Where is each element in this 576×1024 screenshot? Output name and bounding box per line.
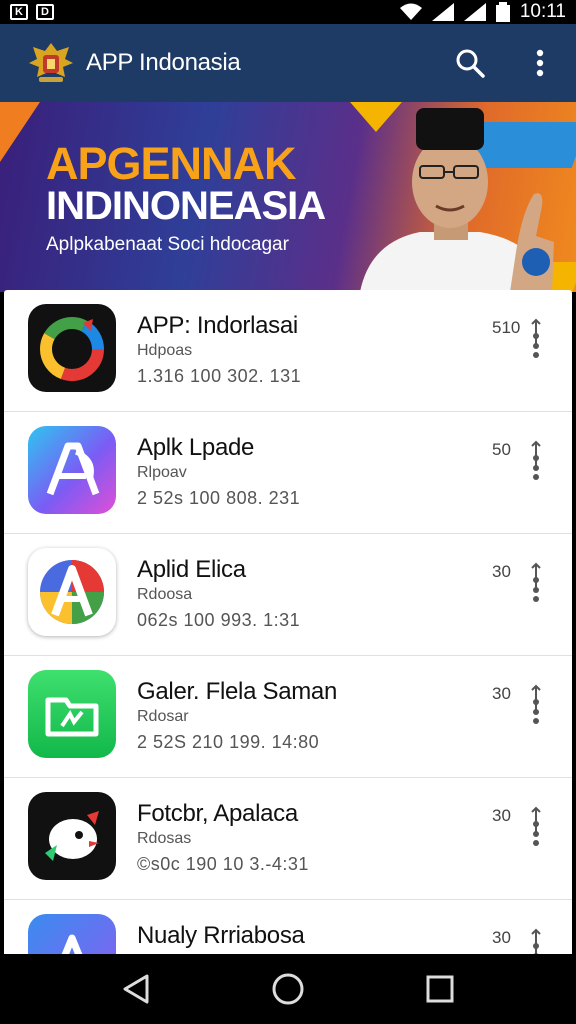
banner-heading: APGENNAK: [46, 138, 297, 189]
app-subtitle: Rdoosa: [137, 586, 193, 603]
garuda-logo-icon: [24, 36, 78, 90]
more-vert-icon: [531, 928, 541, 954]
google-style-icon: [28, 304, 116, 392]
item-options-button[interactable]: [524, 562, 548, 602]
bird-icon: [28, 792, 116, 880]
app-count: 30: [492, 562, 511, 581]
recents-button[interactable]: [416, 965, 464, 1013]
item-options-button[interactable]: [524, 318, 548, 358]
app-count: 30: [492, 806, 511, 825]
banner-heading: INDINONEASIA: [46, 184, 326, 228]
app-subtitle: Rdosas: [137, 830, 192, 847]
list-item[interactable]: Aplk Lpade Rlpoav 2 52s 100 808. 231 50: [4, 412, 572, 534]
app-list: APP: Indorlasai Hdpoas 1.316 100 302. 13…: [4, 290, 572, 954]
item-options-button[interactable]: [524, 928, 548, 954]
wifi-icon: [399, 3, 422, 20]
list-item[interactable]: Galer. Flela Saman Rdosar 2 52S 210 199.…: [4, 656, 572, 778]
item-options-button[interactable]: [524, 806, 548, 846]
app-name: Aplk Lpade: [137, 434, 255, 461]
decorative-shape: [0, 102, 40, 162]
list-item[interactable]: Fotcbr, Apalaca Rdosas ©s0c 190 10 3.-4:…: [4, 778, 572, 900]
app-count: 510: [492, 318, 521, 337]
app-meta: ©s0c 190 10 3.-4:31: [137, 854, 309, 874]
back-button[interactable]: [112, 965, 160, 1013]
list-item[interactable]: Nualy Rrriabosa 30: [4, 900, 572, 954]
green-folder-icon: [28, 670, 116, 758]
signal-icon: [431, 3, 454, 21]
list-item[interactable]: APP: Indorlasai Hdpoas 1.316 100 302. 13…: [4, 290, 572, 412]
app-count: 50: [492, 440, 511, 459]
a-blue-icon: [28, 914, 116, 954]
notification-icon: D: [36, 4, 54, 20]
banner-subtitle: Aplpkabenaat Soci hdocagar: [46, 234, 289, 255]
home-button[interactable]: [264, 965, 312, 1013]
status-time: 10:11: [519, 1, 566, 22]
app-subtitle: Hdpoas: [137, 342, 193, 359]
person-photo: [360, 108, 554, 292]
app-name: Nualy Rrriabosa: [137, 922, 305, 949]
more-vert-icon: [531, 318, 541, 358]
app-name: Galer. Flela Saman: [137, 678, 338, 705]
more-vert-icon: [531, 684, 541, 724]
home-circle-icon: [272, 973, 304, 1005]
a-gradient-icon: [28, 426, 116, 514]
more-vert-icon: [531, 806, 541, 846]
more-vert-icon: [531, 440, 541, 480]
app-count: 30: [492, 928, 511, 947]
search-icon: [456, 49, 485, 78]
app-count: 30: [492, 684, 511, 703]
app-title: APP Indonasia: [86, 49, 241, 76]
app-name: Fotcbr, Apalaca: [137, 800, 298, 827]
status-bar: K D 10:11: [0, 0, 576, 24]
more-vert-icon: [536, 49, 544, 77]
app-name: APP: Indorlasai: [137, 312, 298, 339]
more-vert-icon: [531, 562, 541, 602]
list-item[interactable]: Aplid Elica Rdoosa 062s 100 993. 1:31 30: [4, 534, 572, 656]
promo-banner[interactable]: APGENNAK INDINONEASIA Aplpkabenaat Soci …: [0, 102, 576, 292]
app-meta: 062s 100 993. 1:31: [137, 610, 301, 630]
app-name: Aplid Elica: [137, 556, 246, 583]
item-options-button[interactable]: [524, 440, 548, 480]
recents-square-icon: [426, 975, 454, 1003]
system-nav-bar: [0, 954, 576, 1024]
battery-icon: [495, 2, 510, 22]
search-button[interactable]: [452, 45, 488, 81]
app-meta: 2 52s 100 808. 231: [137, 488, 301, 508]
app-bar: APP Indonasia: [0, 24, 576, 102]
item-options-button[interactable]: [524, 684, 548, 724]
app-meta: 1.316 100 302. 131: [137, 366, 302, 386]
a-colorful-icon: [28, 548, 116, 636]
signal-icon: [463, 3, 486, 21]
more-options-button[interactable]: [522, 45, 558, 81]
back-triangle-icon: [123, 974, 149, 1004]
notification-icon: K: [10, 4, 28, 20]
app-meta: 2 52S 210 199. 14:80: [137, 732, 320, 752]
app-subtitle: Rlpoav: [137, 464, 187, 481]
app-subtitle: Rdosar: [137, 708, 189, 725]
